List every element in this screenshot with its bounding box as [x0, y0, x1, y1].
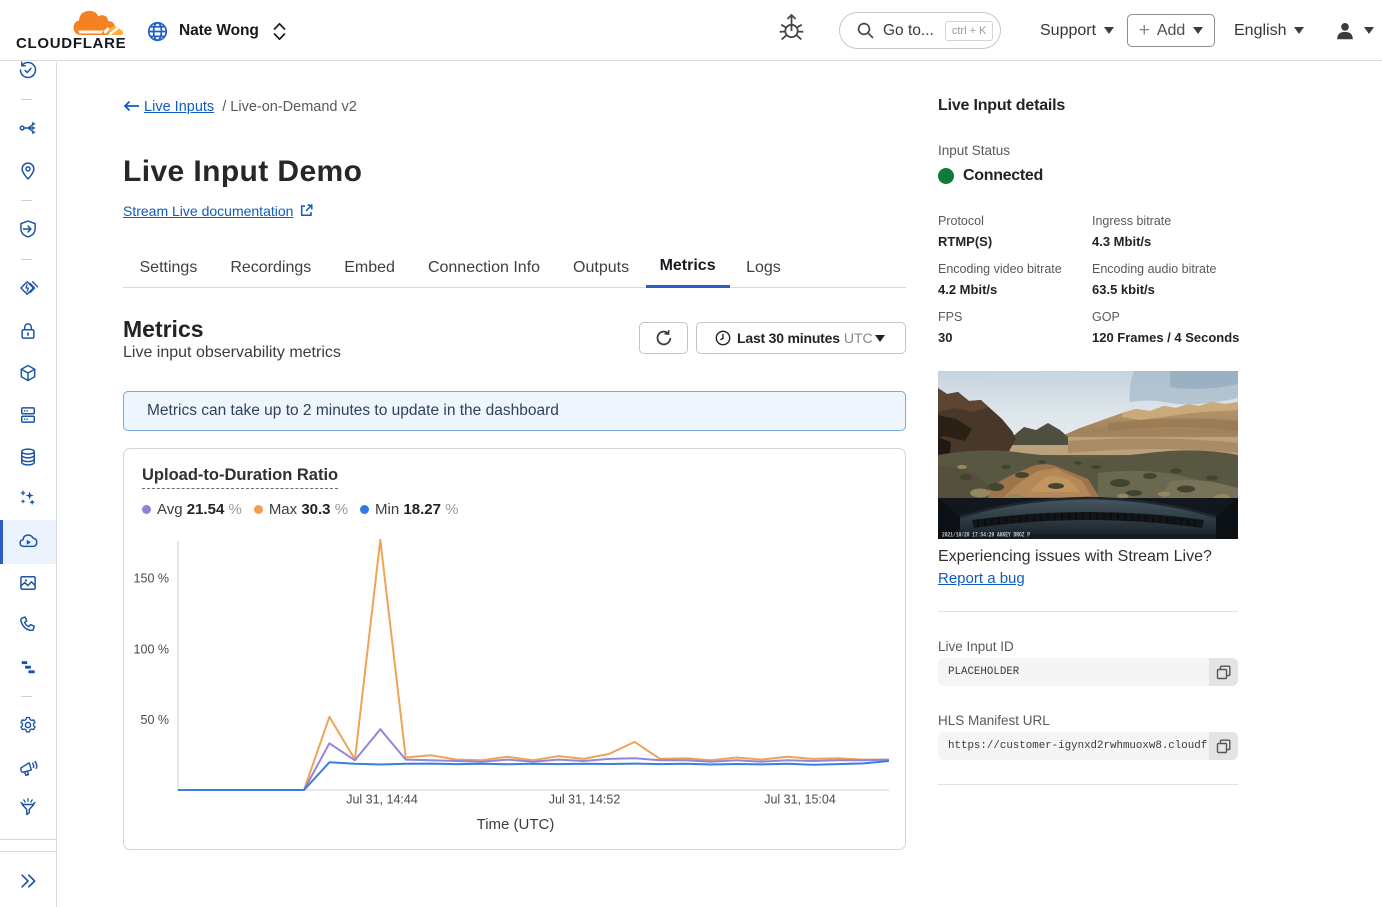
svg-text:Jul 31, 14:44: Jul 31, 14:44 [346, 793, 418, 807]
svg-text:Jul 31, 14:52: Jul 31, 14:52 [549, 793, 621, 807]
svg-text:150 %: 150 % [134, 572, 169, 586]
svg-text:Time (UTC): Time (UTC) [477, 816, 555, 833]
svg-text:2021/10/20 17:54:29 A8KEY DROZ: 2021/10/20 17:54:29 A8KEY DROZ P [942, 532, 1030, 539]
svg-text:100 %: 100 % [134, 642, 169, 656]
svg-text:50 %: 50 % [141, 713, 170, 727]
svg-text:Jul 31, 15:04: Jul 31, 15:04 [764, 793, 836, 807]
